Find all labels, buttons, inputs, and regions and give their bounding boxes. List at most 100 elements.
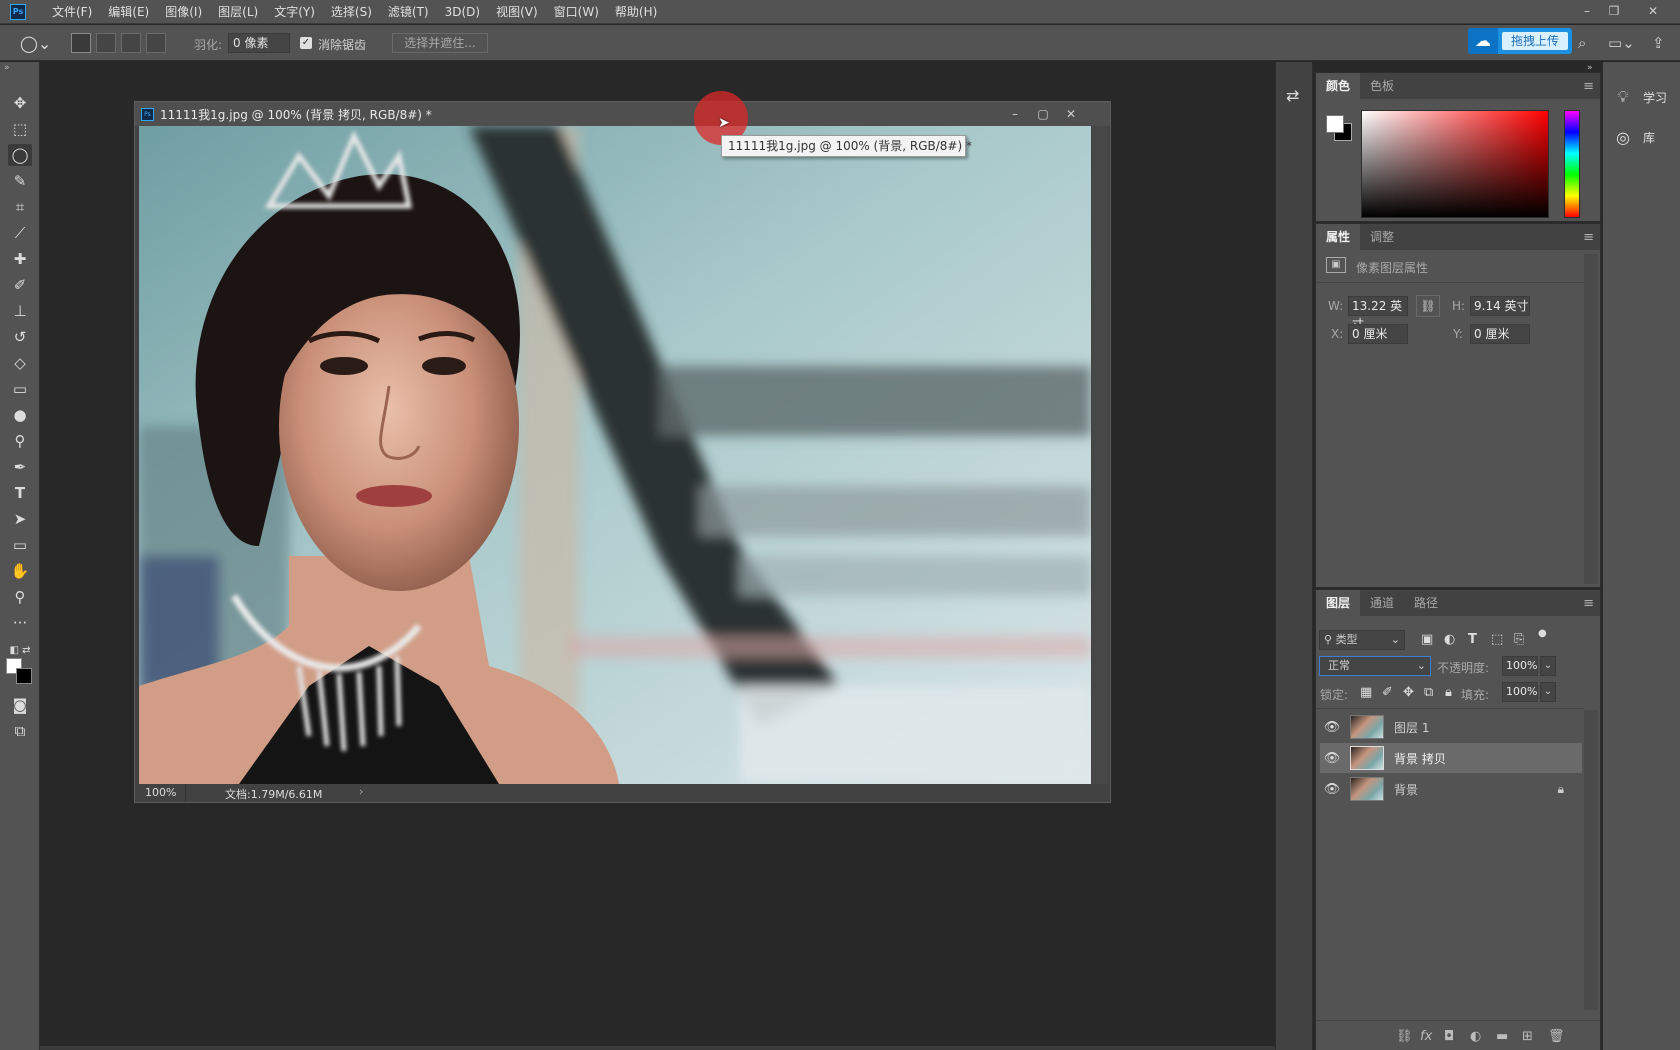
status-arrow-icon[interactable]: ›	[359, 785, 363, 798]
height-input[interactable]: 9.14 英寸	[1470, 296, 1530, 316]
layer-row[interactable]: 👁︎ 图层 1	[1320, 712, 1582, 742]
menu-filter[interactable]: 滤镜(T)	[380, 0, 437, 24]
document-scrollbar[interactable]	[1092, 126, 1108, 784]
visibility-eye-icon[interactable]: 👁︎	[1320, 720, 1344, 735]
history-brush-tool-icon[interactable]: ↺	[8, 326, 32, 348]
opacity-chevron-down-icon[interactable]: ⌄	[1540, 656, 1556, 676]
new-selection-icon[interactable]	[71, 33, 91, 53]
image-canvas[interactable]	[139, 126, 1091, 784]
fg-bg-color-picker[interactable]	[1326, 113, 1354, 143]
dodge-tool-icon[interactable]: ⚲	[8, 430, 32, 452]
restore-app-icon[interactable]: ❐	[1597, 0, 1631, 22]
menu-layer[interactable]: 图层(L)	[210, 0, 266, 24]
history-icon[interactable]: ⇄	[1286, 86, 1299, 105]
screen-mode-icon[interactable]: ⧉	[8, 720, 32, 742]
zoom-tool-icon[interactable]: ⚲	[8, 586, 32, 608]
background-color-swatch[interactable]	[16, 668, 32, 684]
hand-tool-icon[interactable]: ✋	[8, 560, 32, 582]
doc-minimize-icon[interactable]: –	[1001, 104, 1029, 124]
close-app-icon[interactable]: ✕	[1636, 0, 1670, 22]
move-tool-icon[interactable]: ✥	[8, 92, 32, 114]
lock-transparent-icon[interactable]: ▦	[1360, 685, 1372, 700]
menu-view[interactable]: 视图(V)	[488, 0, 546, 24]
filter-pixel-icon[interactable]: ▣	[1421, 632, 1433, 647]
filter-shape-icon[interactable]: ⬚	[1491, 632, 1503, 647]
delete-layer-icon[interactable]: 🗑︎	[1548, 1029, 1565, 1044]
add-mask-icon[interactable]: ◘	[1444, 1029, 1454, 1044]
add-to-selection-icon[interactable]	[96, 33, 116, 53]
healing-brush-tool-icon[interactable]: ✚	[8, 248, 32, 270]
blend-mode-select[interactable]: 正常 ⌄	[1319, 656, 1431, 676]
new-layer-icon[interactable]: ⊞	[1522, 1029, 1533, 1044]
gradient-tool-icon[interactable]: ▭	[8, 378, 32, 400]
lock-all-icon[interactable]: 🔒︎	[1445, 685, 1452, 700]
menu-file[interactable]: 文件(F)	[44, 0, 100, 24]
filter-type-icon[interactable]: T	[1468, 632, 1477, 647]
rectangle-tool-icon[interactable]: ▭	[8, 534, 32, 556]
visibility-eye-icon[interactable]: 👁︎	[1320, 782, 1344, 797]
filter-toggle-icon[interactable]: ●	[1538, 628, 1547, 639]
tab-layers[interactable]: 图层	[1316, 590, 1361, 616]
layer-lock-icon[interactable]: 🔒︎	[1558, 782, 1564, 797]
menu-select[interactable]: 选择(S)	[323, 0, 380, 24]
menu-3d[interactable]: 3D(D)	[437, 0, 488, 24]
antialias-checkbox[interactable]: ✓	[300, 37, 312, 49]
lock-image-icon[interactable]: ✐	[1382, 685, 1393, 700]
doc-maximize-icon[interactable]: ▢	[1029, 104, 1057, 124]
panel-foreground-swatch[interactable]	[1326, 115, 1344, 133]
tab-properties[interactable]: 属性	[1316, 224, 1361, 250]
blur-tool-icon[interactable]: ●	[8, 404, 32, 426]
pen-tool-icon[interactable]: ✒	[8, 456, 32, 478]
feather-input[interactable]: 0 像素	[228, 33, 290, 53]
eyedropper-tool-icon[interactable]: ⟋	[8, 222, 32, 244]
quick-selection-tool-icon[interactable]: ✎	[8, 170, 32, 192]
menu-edit[interactable]: 编辑(E)	[100, 0, 157, 24]
tab-paths[interactable]: 路径	[1404, 590, 1448, 616]
eraser-tool-icon[interactable]: ◇	[8, 352, 32, 374]
saturation-brightness-field[interactable]	[1361, 110, 1549, 218]
lock-position-icon[interactable]: ✥	[1403, 685, 1414, 700]
layer-row[interactable]: 👁︎ 背景 拷贝	[1320, 743, 1582, 773]
brush-tool-icon[interactable]: ✐	[8, 274, 32, 296]
stamp-tool-icon[interactable]: ⊥	[8, 300, 32, 322]
workspace-icon[interactable]: ▭⌄	[1608, 34, 1635, 52]
crop-tool-icon[interactable]: ⌗	[8, 196, 32, 218]
share-icon[interactable]: ⇪	[1652, 34, 1665, 52]
opacity-input[interactable]: 100%	[1502, 656, 1538, 676]
filter-adjustment-icon[interactable]: ◐	[1444, 632, 1455, 647]
properties-panel-menu-icon[interactable]: ≡	[1583, 230, 1594, 245]
tab-color[interactable]: 颜色	[1316, 73, 1361, 99]
link-layers-icon[interactable]: ⛓	[1396, 1029, 1413, 1044]
fill-chevron-down-icon[interactable]: ⌄	[1540, 682, 1556, 702]
menu-help[interactable]: 帮助(H)	[607, 0, 665, 24]
new-group-icon[interactable]: ▬	[1496, 1029, 1508, 1044]
learn-button[interactable]: 💡︎ 学习	[1611, 82, 1675, 112]
fill-input[interactable]: 100%	[1502, 682, 1538, 702]
workspace-bottom-scrollbar[interactable]	[40, 1046, 1275, 1050]
x-input[interactable]: 0 厘米	[1348, 324, 1408, 344]
layers-panel-menu-icon[interactable]: ≡	[1583, 596, 1594, 611]
quick-mask-icon[interactable]: ◙	[8, 694, 32, 716]
lasso-preset-icon[interactable]: ◯⌄	[20, 34, 51, 53]
width-input[interactable]: 13.22 英寸	[1348, 296, 1408, 331]
libraries-button[interactable]: ◎ 库	[1611, 122, 1675, 152]
marquee-tool-icon[interactable]: ⬚	[8, 118, 32, 140]
visibility-eye-icon[interactable]: 👁︎	[1320, 751, 1344, 766]
menu-type[interactable]: 文字(Y)	[266, 0, 323, 24]
hue-slider[interactable]	[1564, 110, 1580, 218]
layers-scrollbar[interactable]	[1584, 710, 1598, 1010]
type-tool-icon[interactable]: T	[8, 482, 32, 504]
intersect-selection-icon[interactable]	[146, 33, 166, 53]
path-selection-tool-icon[interactable]: ➤	[8, 508, 32, 530]
menu-window[interactable]: 窗口(W)	[546, 0, 607, 24]
subtract-from-selection-icon[interactable]	[121, 33, 141, 53]
y-input[interactable]: 0 厘米	[1470, 324, 1530, 344]
select-and-mask-button[interactable]: 选择并遮住...	[392, 33, 488, 53]
document-titlebar[interactable]: Ps 11111我1g.jpg @ 100% (背景 拷贝, RGB/8#) *…	[135, 102, 1110, 126]
lock-artboard-icon[interactable]: ⧉	[1424, 685, 1433, 700]
search-icon[interactable]: ⌕	[1578, 34, 1586, 52]
color-panel-menu-icon[interactable]: ≡	[1583, 79, 1594, 94]
layer-filter-select[interactable]: ⚲ 类型 ⌄	[1319, 630, 1405, 650]
zoom-level[interactable]: 100%	[145, 786, 176, 799]
tab-swatches[interactable]: 色板	[1360, 73, 1404, 99]
